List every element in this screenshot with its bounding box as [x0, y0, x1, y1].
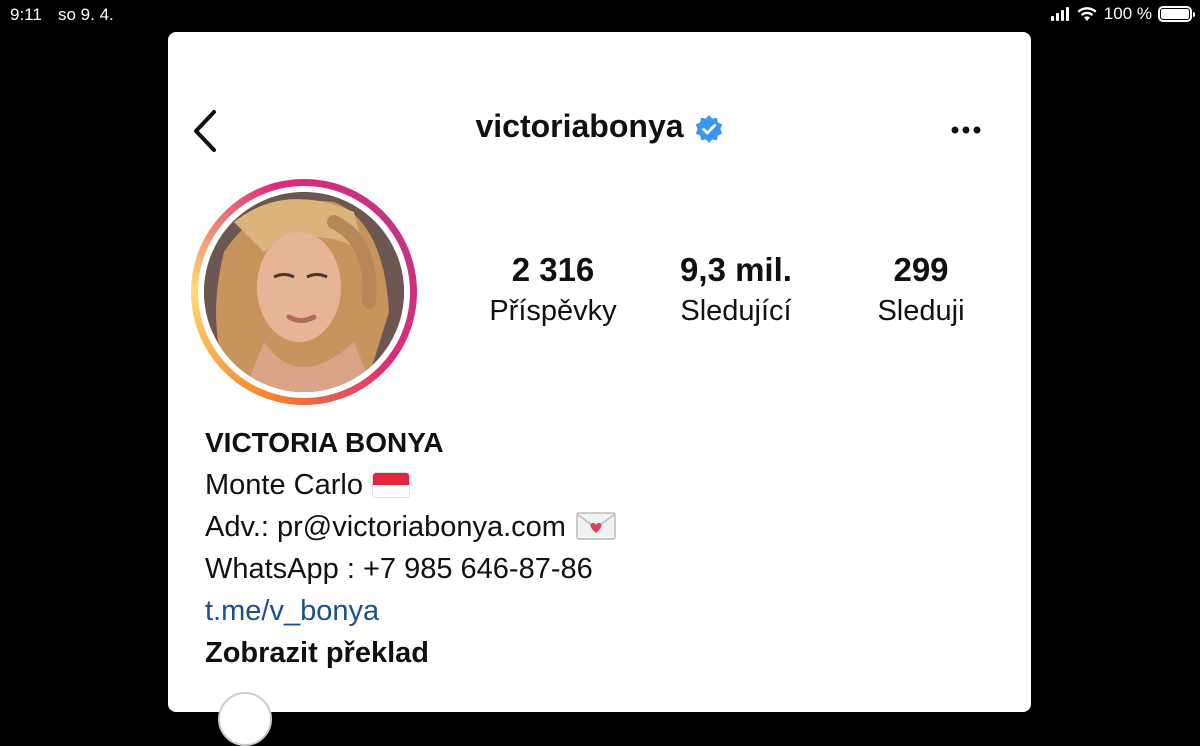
bio-location-text: Monte Carlo [205, 469, 363, 501]
profile-bio: VICTORIA BONYA Monte Carlo Adv.: pr@vict… [205, 422, 985, 674]
profile-panel: victoriabonya 2 316 Příspěvky 9,3 mil. S… [168, 32, 1031, 746]
bio-link[interactable]: t.me/v_bonya [205, 590, 985, 632]
bio-location: Monte Carlo [205, 464, 985, 506]
stat-followers[interactable]: 9,3 mil. Sledující [661, 250, 811, 332]
bio-adv-text: Adv.: pr@victoriabonya.com [205, 511, 566, 543]
translate-button[interactable]: Zobrazit překlad [205, 632, 985, 674]
status-bar: 9:11 so 9. 4. 100 % [0, 0, 1200, 30]
battery-percent: 100 % [1103, 4, 1152, 23]
status-indicators: 100 % [1050, 4, 1195, 24]
following-count: 299 [893, 251, 949, 288]
following-label: Sleduji [877, 295, 965, 327]
highlight-circle[interactable] [218, 692, 272, 746]
bio-whatsapp: WhatsApp : +7 985 646-87-86 [205, 553, 593, 585]
verified-badge-icon [695, 114, 722, 143]
stat-posts[interactable]: 2 316 Příspěvky [478, 250, 628, 332]
followers-count: 9,3 mil. [680, 251, 792, 288]
love-letter-icon [576, 512, 616, 540]
stat-following[interactable]: 299 Sleduji [846, 250, 996, 332]
profile-header: victoriabonya [168, 108, 1031, 145]
avatar-portrait-image [204, 192, 404, 392]
followers-label: Sledující [680, 295, 792, 327]
status-time: 9:11 [10, 5, 42, 24]
profile-avatar[interactable] [204, 192, 404, 392]
more-options-button[interactable] [946, 116, 986, 144]
story-ring[interactable] [191, 179, 417, 405]
bio-adv: Adv.: pr@victoriabonya.com [205, 506, 985, 548]
profile-username: victoriabonya [475, 108, 684, 144]
monaco-flag-icon [372, 473, 409, 497]
battery-icon [1158, 6, 1195, 22]
posts-count: 2 316 [511, 251, 595, 288]
posts-label: Příspěvky [489, 295, 617, 327]
bio-full-name: VICTORIA BONYA [205, 427, 444, 458]
profile-stats: 2 316 Příspěvky 9,3 mil. Sledující 299 S… [468, 250, 988, 330]
status-date: so 9. 4. [58, 5, 114, 24]
cellular-signal-icon [1050, 7, 1069, 21]
wifi-icon [1077, 7, 1097, 21]
